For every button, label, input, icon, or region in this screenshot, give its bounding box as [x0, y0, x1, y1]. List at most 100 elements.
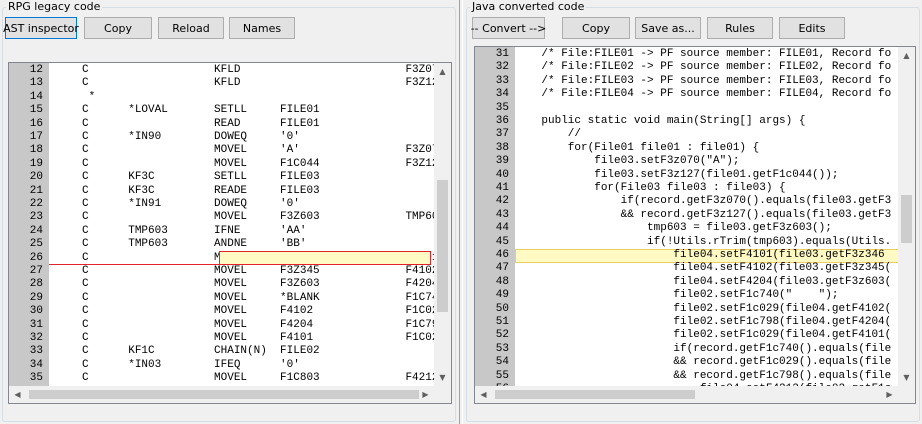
rpg-line-text: C MOVEL F3Z603 TMP603 — [49, 211, 446, 224]
rpg-code-line[interactable]: 33 C KF1C CHAIN(N) FILE02 — [9, 345, 451, 358]
chevron-right-icon[interactable]: ▶ — [417, 386, 434, 403]
java-line-number: 41 — [495, 182, 509, 194]
rpg-code-line[interactable]: 20 C KF3C SETLL FILE03 — [9, 171, 451, 184]
rpg-code-line[interactable]: 12 C KFLD F3Z070 — [9, 64, 451, 77]
rpg-scroll-corner — [434, 386, 451, 403]
rpg-code-line[interactable]: 14 * — [9, 91, 451, 104]
rpg-line-number: 28 — [29, 278, 43, 291]
rpg-code-line[interactable]: 24 C TMP603 IFNE 'AA' — [9, 225, 451, 238]
java-code-line[interactable]: 46 file04.setF4101(file03.getF3z346 — [475, 249, 915, 262]
java-code-line[interactable]: 44 tmp603 = file03.getF3z603(); — [475, 222, 915, 235]
rpg-code-line[interactable]: 25 C TMP603 ANDNE 'BB' — [9, 238, 451, 251]
java-line-text: file02.setF1c798(file04.getF4204( — [515, 316, 892, 328]
rpg-line-text: C *IN90 DOWEQ '0' — [49, 131, 300, 143]
rpg-line-number: 27 — [29, 265, 43, 277]
java-code-line[interactable]: 55 && record.getF1c798().equals(file — [475, 370, 915, 383]
java-code-line[interactable]: 41 for(File03 file03 : file03) { — [475, 182, 915, 195]
chevron-up-icon[interactable]: ▲ — [434, 63, 451, 80]
java-hscroll-thumb[interactable] — [495, 390, 695, 399]
edits-button[interactable]: Edits — [779, 17, 845, 39]
java-code-line[interactable]: 37 // — [475, 128, 915, 141]
rpg-code-line[interactable]: 17 C *IN90 DOWEQ '0' — [9, 131, 451, 144]
rpg-vscroll-thumb[interactable] — [437, 180, 448, 312]
java-code-line[interactable]: 53 if(record.getF1c740().equals(file — [475, 343, 915, 356]
java-vscroll-thumb[interactable] — [901, 195, 912, 243]
chevron-left-icon[interactable]: ◀ — [475, 386, 492, 403]
rpg-code-line[interactable]: 13 C KFLD F3Z127 — [9, 77, 451, 90]
rpg-code-line[interactable]: 32 C MOVEL F4101 F1C029 — [9, 332, 451, 345]
java-vertical-scrollbar[interactable]: ▲ ▼ — [898, 47, 915, 386]
rpg-line-text: C KF1C CHAIN(N) FILE02 — [49, 345, 320, 358]
rpg-code-line[interactable]: 21 C KF3C READE FILE03 — [9, 185, 451, 198]
rpg-vertical-scrollbar[interactable]: ▲ ▼ — [434, 63, 451, 386]
rpg-line-text: C MOVEL F3Z345 F4102 — [49, 265, 439, 277]
java-line-text: file02.setF1c029(file04.getF4102( — [515, 302, 892, 315]
java-code-line[interactable]: 48 file04.setF4204(file03.getF3z603( — [475, 276, 915, 289]
java-line-number: 55 — [495, 369, 509, 382]
chevron-down-icon[interactable]: ▼ — [898, 369, 915, 386]
names-button[interactable]: Names — [229, 17, 295, 39]
java-line-text: /* File:FILE03 -> PF source member: FILE… — [515, 74, 892, 87]
rpg-code-line[interactable]: 31 C MOVEL F4204 F1C798 — [9, 319, 451, 332]
java-code-editor[interactable]: 31 /* File:FILE01 -> PF source member: F… — [474, 46, 916, 404]
rpg-code-line[interactable]: 15 C *LOVAL SETLL FILE01 — [9, 104, 451, 117]
java-code-line[interactable]: 50 file02.setF1c029(file04.getF4102( — [475, 303, 915, 316]
rpg-hscroll-thumb[interactable] — [29, 390, 419, 399]
java-code-line[interactable]: 34 /* File:FILE04 -> PF source member: F… — [475, 88, 915, 101]
rpg-line-number: 18 — [29, 144, 43, 157]
java-code-line[interactable]: 38 for(File01 file01 : file01) { — [475, 142, 915, 155]
rpg-line-text: C MOVEL F4102 F1C029 — [49, 305, 446, 318]
chevron-left-icon[interactable]: ◀ — [9, 386, 26, 403]
rpg-code-line[interactable]: 16 C READ FILE01 — [9, 118, 451, 131]
rpg-highlight-tail — [49, 264, 220, 265]
chevron-up-icon[interactable]: ▲ — [898, 47, 915, 64]
java-code-line[interactable]: 35 — [475, 102, 915, 115]
reload-button[interactable]: Reload — [158, 17, 224, 39]
rpg-code-line[interactable]: 35 C MOVEL F1C803 F4212 — [9, 372, 451, 385]
java-code-line[interactable]: 31 /* File:FILE01 -> PF source member: F… — [475, 48, 915, 61]
java-line-number: 52 — [495, 329, 509, 342]
java-code-line[interactable]: 32 /* File:FILE02 -> PF source member: F… — [475, 61, 915, 74]
rpg-code-line[interactable]: 29 C MOVEL *BLANK F1C740 — [9, 292, 451, 305]
java-code-line[interactable]: 54 && record.getF1c029().equals(file — [475, 356, 915, 369]
chevron-down-icon[interactable]: ▼ — [434, 369, 451, 386]
java-line-number: 51 — [495, 316, 509, 328]
rpg-pane: RPG legacy code AST inspector Copy Reloa… — [0, 0, 458, 424]
rpg-line-number: 32 — [29, 332, 43, 344]
chevron-right-icon[interactable]: ▶ — [881, 386, 898, 403]
save-as-button[interactable]: Save as... — [635, 17, 701, 39]
java-code-line[interactable]: 42 if(record.getF3z070().equals(file03.g… — [475, 195, 915, 208]
rules-button[interactable]: Rules — [707, 17, 773, 39]
copy-rpg-button[interactable]: Copy — [84, 17, 152, 39]
rpg-code-line[interactable]: 18 C MOVEL 'A' F3Z070 — [9, 144, 451, 157]
java-horizontal-scrollbar[interactable]: ◀ ▶ — [475, 386, 898, 403]
copy-java-button[interactable]: Copy — [562, 17, 630, 39]
pane-splitter[interactable] — [459, 0, 463, 424]
java-code-line[interactable]: 40 file03.setF3z127(file01.getF1c044()); — [475, 169, 915, 182]
rpg-code-line[interactable]: 19 C MOVEL F1C044 F3Z127 — [9, 158, 451, 171]
rpg-code-line[interactable]: 34 C *IN03 IFEQ '0' — [9, 359, 451, 372]
java-code-line[interactable]: 39 file03.setF3z070("A"); — [475, 155, 915, 168]
java-line-number: 38 — [495, 141, 509, 154]
rpg-code-line[interactable]: 23 C MOVEL F3Z603 TMP603 — [9, 211, 451, 224]
java-code-line[interactable]: 52 file02.setF1c029(file04.getF4101( — [475, 329, 915, 342]
java-code-line[interactable]: 36 public static void main(String[] args… — [475, 115, 915, 128]
java-line-number: 43 — [495, 208, 509, 221]
java-code-line[interactable]: 45 if(!Utils.rTrim(tmp603).equals(Utils. — [475, 236, 915, 249]
java-code-line[interactable]: 51 file02.setF1c798(file04.getF4204( — [475, 316, 915, 329]
java-code-line[interactable]: 43 && record.getF3z127().equals(file03.g… — [475, 209, 915, 222]
java-line-number: 39 — [495, 155, 509, 168]
rpg-line-number: 21 — [29, 184, 43, 197]
java-code-line[interactable]: 47 file04.setF4102(file03.getF3z345( — [475, 262, 915, 275]
ast-inspector-button[interactable]: AST inspector — [3, 17, 79, 39]
rpg-code-line[interactable]: 27 C MOVEL F3Z345 F4102 — [9, 265, 451, 278]
rpg-code-line[interactable]: 28 C MOVEL F3Z603 F4204 — [9, 278, 451, 291]
rpg-code-line[interactable]: 22 C *IN91 DOWEQ '0' — [9, 198, 451, 211]
java-code-line[interactable]: 49 file02.setF1c740(" "); — [475, 289, 915, 302]
rpg-horizontal-scrollbar[interactable]: ◀ ▶ — [9, 386, 434, 403]
rpg-code-line[interactable]: 30 C MOVEL F4102 F1C029 — [9, 305, 451, 318]
rpg-line-number: 29 — [29, 291, 43, 304]
rpg-code-editor[interactable]: 12 C KFLD F3Z070 13 C KFLD F3Z127 14 * 15 C… — [8, 62, 452, 404]
convert-button[interactable]: -- Convert --> — [471, 17, 546, 39]
java-code-line[interactable]: 33 /* File:FILE03 -> PF source member: F… — [475, 75, 915, 88]
